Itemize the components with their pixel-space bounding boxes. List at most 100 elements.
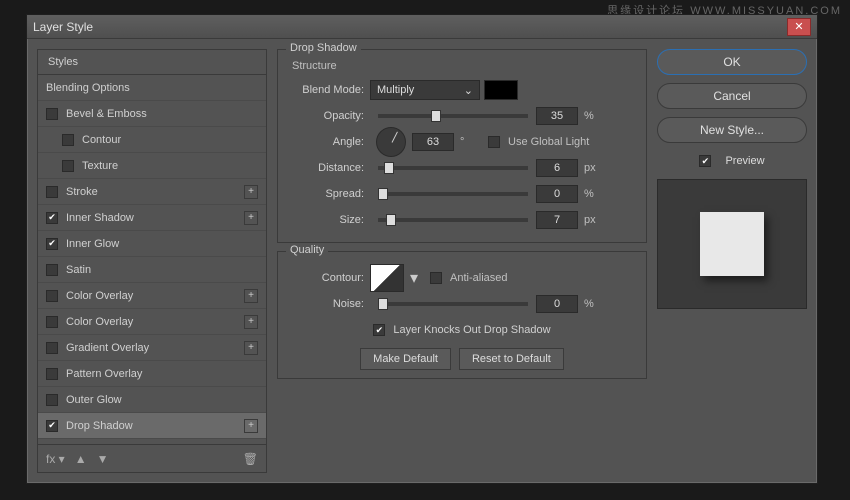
style-checkbox[interactable] [62,134,74,146]
preview-label: Preview [725,155,764,167]
style-row[interactable]: Gradient Overlay + [38,335,266,361]
opacity-label: Opacity: [288,110,370,122]
trash-icon[interactable]: 🗑 [243,452,258,466]
opacity-input[interactable]: 35 [536,107,578,125]
add-effect-icon[interactable]: + [244,315,258,329]
style-label: Inner Shadow [66,212,134,224]
style-label: Color Overlay [66,316,133,328]
structure-group: Drop Shadow Structure Blend Mode: Multip… [277,49,647,243]
style-checkbox[interactable] [46,264,58,276]
reset-default-button[interactable]: Reset to Default [459,348,564,370]
ok-button[interactable]: OK [657,49,807,75]
size-input[interactable]: 7 [536,211,578,229]
style-row[interactable]: Color Overlay + [38,283,266,309]
angle-dial[interactable] [376,127,406,157]
size-slider[interactable] [378,218,528,222]
style-label: Bevel & Emboss [66,108,147,120]
dialog-title: Layer Style [33,20,787,34]
style-checkbox[interactable] [46,186,58,198]
antialiased-label: Anti-aliased [450,272,507,284]
chevron-down-icon: ⌄ [464,84,473,97]
opacity-slider[interactable] [378,114,528,118]
styles-header[interactable]: Styles [38,50,266,75]
global-light-label: Use Global Light [508,136,589,148]
close-button[interactable]: ✕ [787,18,811,36]
style-row[interactable]: Inner Glow [38,231,266,257]
distance-slider[interactable] [378,166,528,170]
style-checkbox[interactable] [46,420,58,432]
knockout-checkbox[interactable] [373,324,385,336]
noise-input[interactable]: 0 [536,295,578,313]
make-default-button[interactable]: Make Default [360,348,451,370]
distance-input[interactable]: 6 [536,159,578,177]
style-label: Drop Shadow [66,420,133,432]
global-light-checkbox[interactable] [488,136,500,148]
spread-input[interactable]: 0 [536,185,578,203]
chevron-down-icon[interactable]: ▾ [410,268,418,288]
up-icon[interactable]: ▲ [75,452,87,466]
cancel-button[interactable]: Cancel [657,83,807,109]
new-style-button[interactable]: New Style... [657,117,807,143]
knockout-label: Layer Knocks Out Drop Shadow [393,324,550,336]
style-checkbox[interactable] [46,108,58,120]
style-label: Gradient Overlay [66,342,149,354]
quality-title: Quality [286,244,328,256]
style-checkbox[interactable] [46,342,58,354]
style-row[interactable]: Blending Options [38,75,266,101]
style-row[interactable]: Contour [38,127,266,153]
style-label: Stroke [66,186,98,198]
style-label: Contour [82,134,121,146]
style-checkbox[interactable] [46,394,58,406]
styles-footer: fx ▾ ▲ ▼ 🗑 [38,444,266,472]
style-label: Blending Options [46,82,130,94]
noise-label: Noise: [288,298,370,310]
noise-unit: % [584,298,602,310]
structure-subtitle: Structure [292,60,636,72]
distance-unit: px [584,162,602,174]
size-label: Size: [288,214,370,226]
right-panel: OK Cancel New Style... Preview [657,49,807,473]
group-title: Drop Shadow [286,42,361,54]
style-row[interactable]: Bevel & Emboss [38,101,266,127]
antialiased-checkbox[interactable] [430,272,442,284]
down-icon[interactable]: ▼ [97,452,109,466]
add-effect-icon[interactable]: + [244,289,258,303]
blend-mode-label: Blend Mode: [288,84,370,96]
spread-slider[interactable] [378,192,528,196]
style-row[interactable]: Drop Shadow + [38,413,266,439]
style-row[interactable]: Stroke + [38,179,266,205]
style-row[interactable]: Outer Glow [38,387,266,413]
opacity-unit: % [584,110,602,122]
fx-icon[interactable]: fx ▾ [46,452,65,466]
contour-picker[interactable] [370,264,404,292]
add-effect-icon[interactable]: + [244,419,258,433]
style-checkbox[interactable] [62,160,74,172]
angle-input[interactable]: 63 [412,133,454,151]
style-label: Inner Glow [66,238,119,250]
noise-slider[interactable] [378,302,528,306]
style-checkbox[interactable] [46,368,58,380]
style-checkbox[interactable] [46,238,58,250]
contour-label: Contour: [288,272,370,284]
shadow-color-swatch[interactable] [484,80,518,100]
style-row[interactable]: Pattern Overlay [38,361,266,387]
style-row[interactable]: Inner Shadow + [38,205,266,231]
add-effect-icon[interactable]: + [244,185,258,199]
titlebar[interactable]: Layer Style ✕ [27,15,817,39]
style-checkbox[interactable] [46,290,58,302]
style-checkbox[interactable] [46,316,58,328]
style-checkbox[interactable] [46,212,58,224]
styles-list: Blending Options Bevel & Emboss Contour Tex… [38,75,266,444]
style-row[interactable]: Texture [38,153,266,179]
style-label: Color Overlay [66,290,133,302]
style-label: Satin [66,264,91,276]
style-label: Outer Glow [66,394,122,406]
preview-checkbox[interactable] [699,155,711,167]
styles-panel: Styles Blending Options Bevel & Emboss Con… [37,49,267,473]
add-effect-icon[interactable]: + [244,211,258,225]
blend-mode-select[interactable]: Multiply⌄ [370,80,480,100]
style-row[interactable]: Color Overlay + [38,309,266,335]
add-effect-icon[interactable]: + [244,341,258,355]
style-row[interactable]: Satin [38,257,266,283]
style-label: Pattern Overlay [66,368,142,380]
